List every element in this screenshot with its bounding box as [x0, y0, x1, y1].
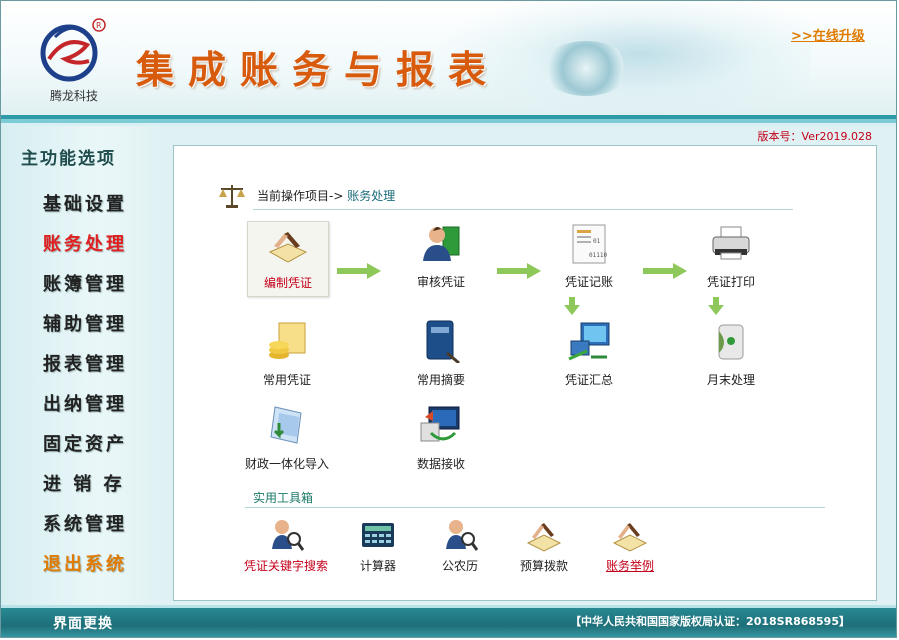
month-end-button[interactable]: 月末处理 [691, 319, 771, 395]
finance-import-button[interactable]: 财政一体化导入 [245, 403, 329, 479]
menu-item-ledger-management[interactable]: 账簿管理 [43, 270, 143, 296]
toolbox-title: 实用工具箱 [253, 491, 314, 505]
voucher-summary-label: 凭证汇总 [564, 373, 613, 387]
svg-text:01: 01 [593, 238, 601, 245]
online-upgrade-link[interactable]: >>在线升级 [791, 25, 865, 44]
brand-name: 腾龙科技 [49, 89, 98, 103]
breadcrumb-current: 账务处理 [347, 189, 396, 203]
menu-item-accounting[interactable]: 账务处理 [43, 230, 143, 256]
svg-text:01110: 01110 [589, 252, 607, 259]
menu-item-report-management[interactable]: 报表管理 [43, 350, 143, 376]
review-voucher-button[interactable]: 审核凭证 [401, 221, 481, 297]
common-summary-label: 常用摘要 [416, 373, 465, 387]
footer-bar: 界面更换 【中华人民共和国国家版权局认证：2018SR868595】 [1, 605, 896, 637]
flow-arrow-down-icon [708, 297, 724, 315]
breadcrumb-divider [253, 209, 793, 210]
change-skin-button[interactable]: 界面更换 [53, 613, 113, 633]
svg-text:R: R [96, 21, 102, 30]
keyword-search-button[interactable]: 凭证关键字搜索 [244, 517, 328, 577]
sidebar-title: 主功能选项 [21, 149, 116, 169]
computer-network-icon [568, 322, 610, 361]
flow-arrow-right-icon [337, 263, 381, 279]
data-receive-monitor-icon [420, 406, 460, 442]
toolbox-divider [245, 507, 825, 508]
menu-item-system-management[interactable]: 系统管理 [43, 510, 143, 536]
coins-document-icon [269, 322, 306, 359]
common-voucher-label: 常用凭证 [262, 373, 311, 387]
month-end-figure-icon [718, 324, 744, 360]
scales-icon [219, 185, 245, 208]
month-end-label: 月末处理 [706, 373, 755, 387]
pen-on-paper-icon [526, 523, 562, 552]
blue-notebook-icon [426, 320, 460, 363]
app-window: R 腾龙科技 集成账务与报表 >>在线升级 版本号：Ver2019.028 主功… [0, 0, 897, 638]
accounting-examples-label: 账务举例 [605, 559, 654, 573]
common-voucher-button[interactable]: 常用凭证 [247, 319, 327, 395]
menu-item-auxiliary-management[interactable]: 辅助管理 [43, 310, 143, 336]
voucher-summary-button[interactable]: 凭证汇总 [549, 319, 629, 395]
data-receive-button[interactable]: 数据接收 [401, 403, 481, 479]
menu-item-fixed-assets[interactable]: 固定资产 [43, 430, 143, 456]
dragon-logo-icon: R [40, 18, 106, 82]
pen-on-paper-icon [612, 523, 648, 552]
calculator-icon [362, 523, 394, 547]
menu-item-inventory[interactable]: 进 销 存 [43, 470, 143, 496]
compile-voucher-label: 编制凭证 [263, 276, 312, 290]
data-receive-label: 数据接收 [416, 457, 465, 471]
copyright-notice: 【中华人民共和国国家版权局认证：2018SR868595】 [570, 615, 850, 628]
post-voucher-label: 凭证记账 [564, 275, 613, 289]
common-summary-button[interactable]: 常用摘要 [401, 319, 481, 395]
review-voucher-label: 审核凭证 [416, 275, 465, 289]
import-folder-icon [270, 406, 302, 444]
accounting-examples-button[interactable]: 账务举例 [595, 517, 665, 577]
breadcrumb-prefix: 当前操作项目-> [257, 189, 344, 203]
ledger-document-icon: 01 01110 [572, 224, 607, 264]
breadcrumb-text: 当前操作项目-> 账务处理 [257, 187, 395, 204]
print-voucher-label: 凭证打印 [706, 275, 755, 289]
version-label: 版本号：Ver2019.028 [757, 130, 872, 143]
menu-item-exit-system[interactable]: 退出系统 [43, 550, 143, 576]
menu-item-basic-settings[interactable]: 基础设置 [43, 190, 143, 216]
printer-icon [712, 226, 750, 260]
sidebar: 主功能选项 基础设置 账务处理 账簿管理 辅助管理 报表管理 出纳管理 固定资产… [1, 126, 166, 608]
footer-highlight [1, 605, 896, 608]
user-search-icon [272, 520, 304, 551]
breadcrumb: 当前操作项目-> 账务处理 [217, 181, 817, 211]
user-search-icon [446, 520, 478, 551]
post-voucher-button[interactable]: 01 01110 凭证记账 [549, 221, 629, 297]
print-voucher-button[interactable]: 凭证打印 [691, 221, 771, 297]
flow-arrow-down-icon [564, 297, 580, 315]
user-with-book-icon [423, 226, 460, 261]
header-banner: R 腾龙科技 集成账务与报表 >>在线升级 [1, 1, 896, 119]
app-title: 集成账务与报表 [136, 47, 501, 92]
finance-import-label: 财政一体化导入 [244, 457, 329, 471]
menu-item-cashier-management[interactable]: 出纳管理 [43, 390, 143, 416]
pen-on-paper-icon [268, 232, 308, 263]
cd-disc-decoration [541, 41, 631, 96]
compile-voucher-button[interactable]: 编制凭证 [247, 221, 329, 297]
